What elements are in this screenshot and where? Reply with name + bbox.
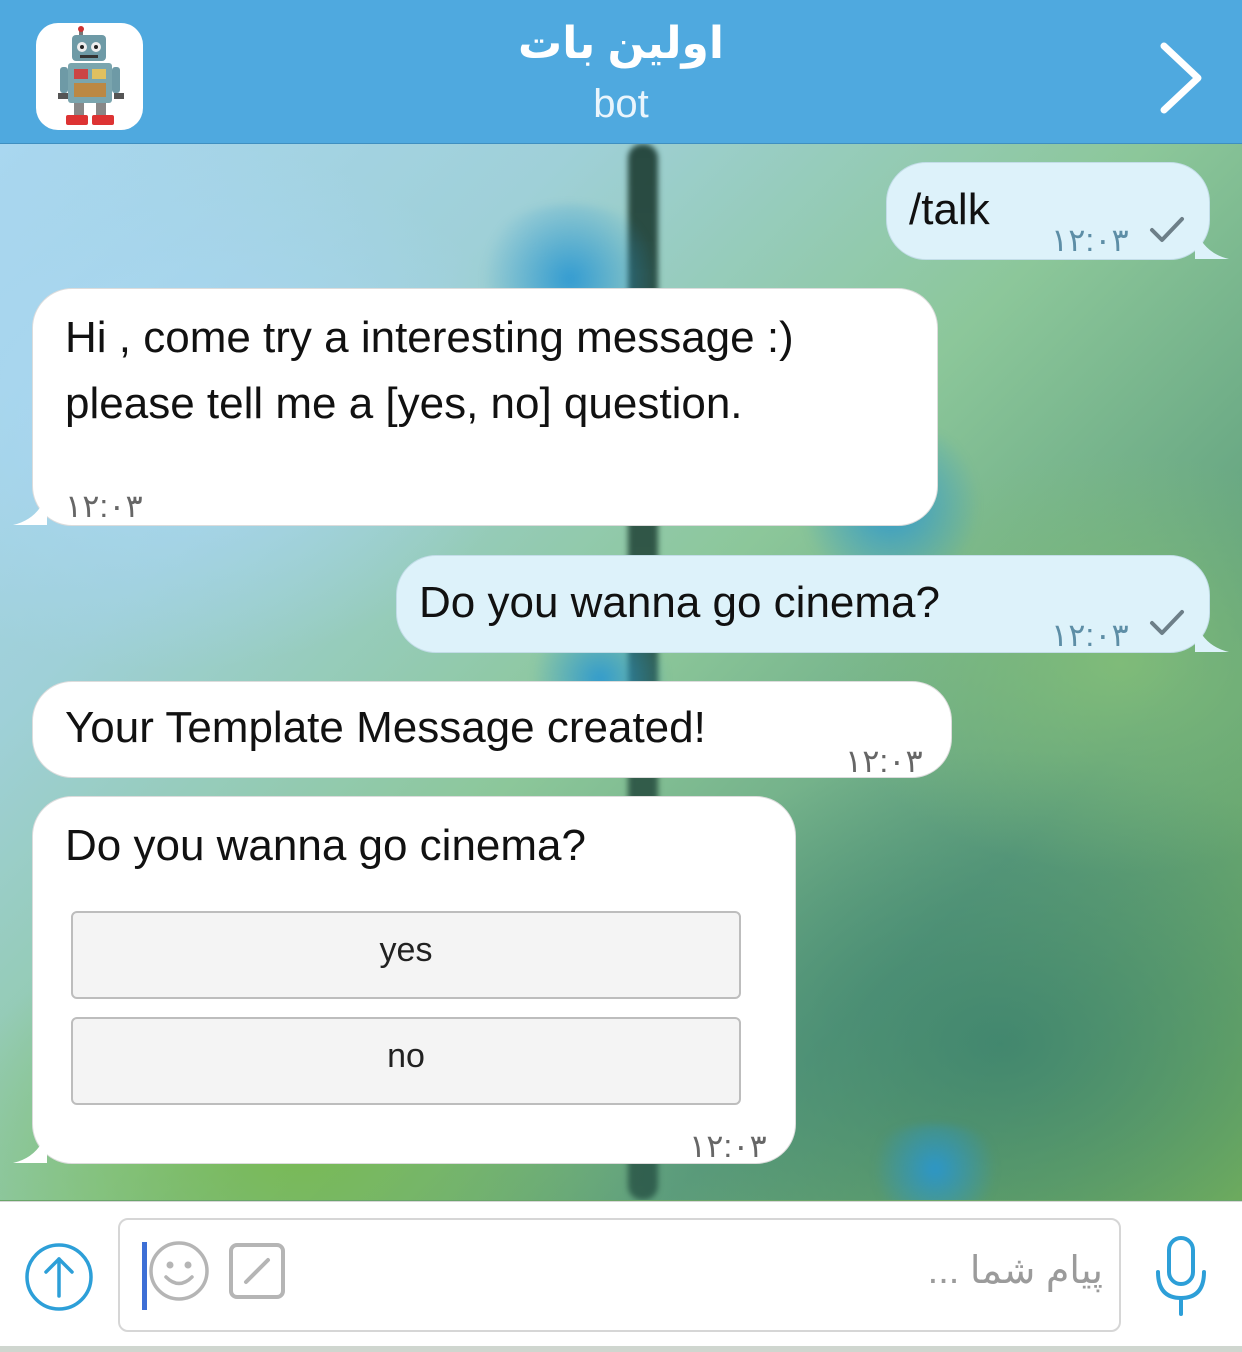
smiley-icon[interactable] — [148, 1240, 210, 1302]
message-time: ۱۲:۰۳ — [1051, 222, 1129, 258]
outgoing-message[interactable]: Do you wanna go cinema? ۱۲:۰۳ — [396, 555, 1229, 653]
incoming-message-with-buttons[interactable]: Do you wanna go cinema? yes no ۱۲:۰۳ — [13, 796, 796, 1164]
background-blossom — [860, 1124, 1010, 1200]
bottom-divider — [0, 1346, 1242, 1352]
chat-messages-area[interactable]: /talk ۱۲:۰۳ Hi , come try a interesting … — [0, 144, 1242, 1200]
incoming-message[interactable]: Your Template Message created! ۱۲:۰۳ — [32, 681, 952, 779]
chat-title: اولین بات — [518, 19, 724, 68]
chat-header: اولین بات bot — [0, 0, 1242, 144]
slash-command-icon[interactable] — [228, 1242, 286, 1300]
upload-arrow-icon[interactable] — [24, 1242, 94, 1312]
chevron-right-icon[interactable] — [1156, 40, 1206, 116]
text-cursor — [142, 1242, 147, 1310]
message-time: ۱۲:۰۳ — [845, 743, 923, 779]
bubble-tail — [13, 1131, 47, 1163]
message-text: Do you wanna go cinema? — [65, 821, 586, 870]
message-text: Your Template Message created! — [65, 703, 706, 752]
checkmark-icon — [1150, 217, 1184, 242]
bubble-tail — [1195, 620, 1229, 652]
bubble-tail — [13, 493, 47, 525]
microphone-icon[interactable] — [1152, 1234, 1210, 1318]
inline-button-yes[interactable]: yes — [71, 911, 741, 999]
message-text: Do you wanna go cinema? — [419, 578, 940, 627]
message-text: /talk — [909, 185, 990, 234]
message-time: ۱۲:۰۳ — [65, 488, 143, 524]
checkmark-icon — [1150, 610, 1184, 635]
message-time: ۱۲:۰۳ — [689, 1128, 767, 1164]
bubble-tail — [1195, 227, 1229, 259]
message-input-bar: پیام شما ... — [0, 1201, 1242, 1352]
message-input[interactable]: پیام شما ... — [118, 1218, 1121, 1332]
message-time: ۱۲:۰۳ — [1051, 617, 1129, 653]
message-line: Hi , come try a interesting message :) — [65, 313, 794, 362]
message-line: please tell me a [yes, no] question. — [65, 379, 743, 428]
chat-subtitle: bot — [593, 82, 649, 126]
incoming-message[interactable]: Hi , come try a interesting message :) p… — [13, 288, 938, 526]
message-placeholder: پیام شما ... — [927, 1250, 1103, 1292]
inline-button-no[interactable]: no — [71, 1017, 741, 1105]
outgoing-message[interactable]: /talk ۱۲:۰۳ — [886, 162, 1229, 260]
